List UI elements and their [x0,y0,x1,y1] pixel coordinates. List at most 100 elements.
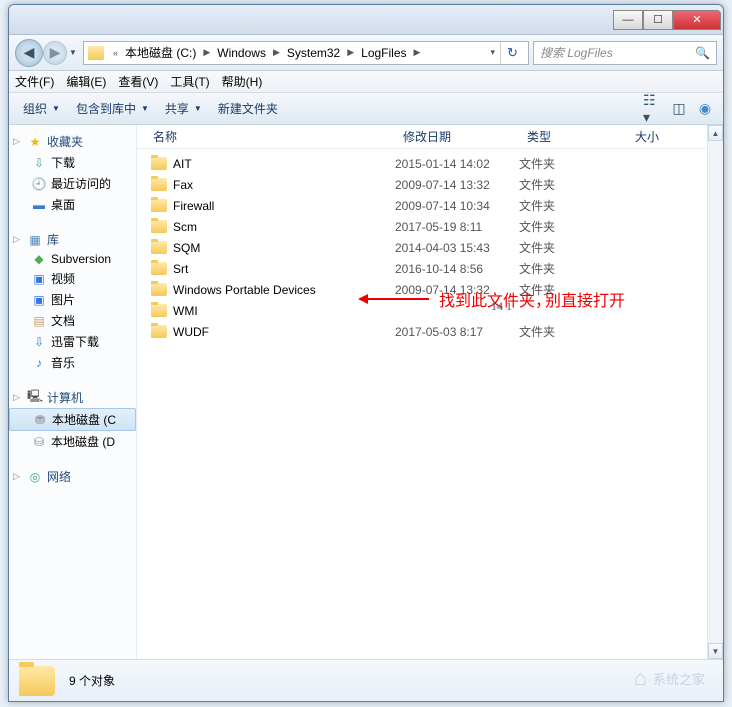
folder-icon [151,220,167,233]
cell-name: AIT [137,157,395,171]
sidebar-item-label: 视频 [51,270,75,287]
sidebar-item-label: 下载 [51,154,75,171]
maximize-button[interactable]: ☐ [643,10,673,30]
sidebar-group: ▷ ◎ 网络 [9,466,136,487]
table-row[interactable]: Scm 2017-05-19 8:11 文件夹 [137,216,723,237]
breadcrumb-windows[interactable]: Windows [215,46,268,60]
file-name: Scm [173,220,197,234]
nav-bar: ◀ ▶ ▼ « 本地磁盘 (C:) ▶ Windows ▶ System32 ▶… [9,35,723,71]
table-row[interactable]: AIT 2015-01-14 14:02 文件夹 [137,153,723,174]
file-name: Firewall [173,199,214,213]
cell-type: 文件夹 [519,155,627,172]
scrollbar-vertical[interactable]: ▲ ▼ [707,125,723,659]
sidebar-group: ▷ 🖳 计算机 ⛃ 本地磁盘 (C ⛁ 本地磁盘 (D [9,387,136,452]
sidebar-item[interactable]: ▣ 视频 [9,268,136,289]
sidebar-item[interactable]: ♪ 音乐 [9,352,136,373]
watermark: ⌂ 系统之家 [634,665,705,691]
search-box[interactable]: 搜索 LogFiles 🔍 [533,41,717,65]
forward-button[interactable]: ▶ [43,41,67,65]
menu-tools[interactable]: 工具(T) [170,73,209,90]
help-icon[interactable]: ◉ [695,99,715,119]
expand-icon: ▷ [13,234,23,245]
sidebar-item[interactable]: ◆ Subversion [9,250,136,268]
sidebar-item[interactable]: ▣ 图片 [9,289,136,310]
toolbar-share[interactable]: 共享▼ [159,98,208,119]
sidebar-item[interactable]: ⛃ 本地磁盘 (C [9,408,136,431]
table-row[interactable]: Windows Portable Devices 2009-07-14 13:3… [137,279,723,300]
breadcrumb-sep[interactable]: ▶ [344,47,357,58]
table-row[interactable]: SQM 2014-04-03 15:43 文件夹 [137,237,723,258]
nav-history-dropdown[interactable]: ▼ [67,43,79,63]
breadcrumb-system32[interactable]: System32 [285,46,342,60]
menu-edit[interactable]: 编辑(E) [66,73,106,90]
table-row[interactable]: Fax 2009-07-14 13:32 文件夹 [137,174,723,195]
scroll-up-button[interactable]: ▲ [708,125,723,141]
breadcrumb-logfiles[interactable]: LogFiles [359,46,408,60]
address-bar[interactable]: « 本地磁盘 (C:) ▶ Windows ▶ System32 ▶ LogFi… [83,41,529,65]
nav-arrows: ◀ ▶ ▼ [15,39,79,67]
sidebar-item[interactable]: 🕘 最近访问的 [9,173,136,194]
table-row[interactable]: Firewall 2009-07-14 10:34 文件夹 [137,195,723,216]
table-row[interactable]: Srt 2016-10-14 8:56 文件夹 [137,258,723,279]
breadcrumb-sep[interactable]: ▶ [270,47,283,58]
back-button[interactable]: ◀ [15,39,43,67]
col-size[interactable]: 大小 [627,128,717,145]
sidebar-heading[interactable]: ▷ ◎ 网络 [9,466,136,487]
sidebar-group: ▷ ★ 收藏夹 ⇩ 下载 🕘 最近访问的 ▬ 桌面 [9,131,136,215]
ico-video-icon: ▣ [31,272,47,286]
sidebar-heading[interactable]: ▷ 🖳 计算机 [9,387,136,408]
address-dropdown[interactable]: ▾ [487,47,498,58]
sidebar-item[interactable]: ⛁ 本地磁盘 (D [9,431,136,452]
sidebar-item[interactable]: ▤ 文档 [9,310,136,331]
cell-type: 文件夹 [519,176,627,193]
sidebar: ▷ ★ 收藏夹 ⇩ 下载 🕘 最近访问的 ▬ 桌面 ▷ ▦ 库 ◆ Subver… [9,125,137,659]
sidebar-heading[interactable]: ▷ ★ 收藏夹 [9,131,136,152]
folder-icon [19,666,55,696]
scroll-down-button[interactable]: ▼ [708,643,723,659]
folder-icon [151,283,167,296]
ico-drive-icon: ⛁ [31,435,47,449]
sidebar-item[interactable]: ▬ 桌面 [9,194,136,215]
col-name[interactable]: 名称 [137,128,395,145]
menu-view[interactable]: 查看(V) [118,73,158,90]
table-row[interactable]: WUDF 2017-05-03 8:17 文件夹 [137,321,723,342]
cell-type: 文件夹 [519,260,627,277]
cell-date: 2015-01-14 14:02 [395,157,519,171]
sidebar-item[interactable]: ⇩ 下载 [9,152,136,173]
cell-date: 2016-10-14 8:56 [395,262,519,276]
refresh-button[interactable]: ↻ [500,42,524,64]
breadcrumb-sep[interactable]: ▶ [411,47,424,58]
ico-music-icon: ♪ [31,356,47,370]
minimize-button[interactable]: — [613,10,643,30]
col-date[interactable]: 修改日期 [395,128,519,145]
menu-help[interactable]: 帮助(H) [222,73,263,90]
cell-name: Scm [137,220,395,234]
sidebar-item[interactable]: ⇩ 迅雷下载 [9,331,136,352]
table-row[interactable]: WMI [137,300,723,321]
col-type[interactable]: 类型 [519,128,627,145]
preview-pane-icon[interactable]: ◫ [669,99,689,119]
column-headers: 名称 修改日期 类型 大小 [137,125,723,149]
expand-icon: ▷ [13,392,23,403]
sidebar-heading-label: 网络 [47,468,71,485]
menu-bar: 文件(F) 编辑(E) 查看(V) 工具(T) 帮助(H) [9,71,723,93]
view-options-icon[interactable]: ☷ ▾ [643,99,663,119]
cell-date: 2009-07-14 13:32 [395,178,519,192]
toolbar-new-folder[interactable]: 新建文件夹 [212,98,284,119]
ico-recent-icon: 🕘 [31,177,47,191]
status-count: 9 个对象 [69,672,115,689]
breadcrumb-sep[interactable]: « [110,48,121,58]
cell-name: WUDF [137,325,395,339]
folder-icon [88,46,104,60]
toolbar-organize[interactable]: 组织▼ [17,98,66,119]
ico-doc-icon: ▤ [31,314,47,328]
body: ▷ ★ 收藏夹 ⇩ 下载 🕘 最近访问的 ▬ 桌面 ▷ ▦ 库 ◆ Subver… [9,125,723,659]
sidebar-heading[interactable]: ▷ ▦ 库 [9,229,136,250]
ico-fav-icon: ★ [27,135,43,149]
menu-file[interactable]: 文件(F) [15,73,54,90]
breadcrumb-sep[interactable]: ▶ [200,47,213,58]
close-button[interactable]: ✕ [673,10,721,30]
breadcrumb-c[interactable]: 本地磁盘 (C:) [123,44,198,61]
toolbar-include-library[interactable]: 包含到库中▼ [70,98,155,119]
ico-xunlei-icon: ⇩ [31,335,47,349]
